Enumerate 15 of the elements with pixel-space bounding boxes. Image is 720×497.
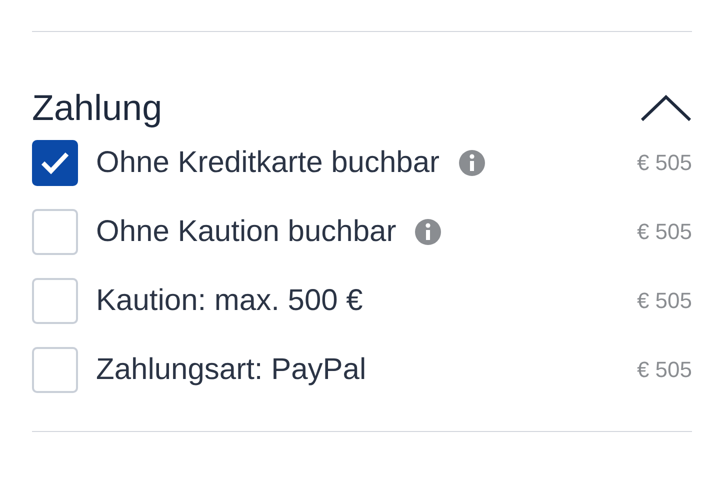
chevron-icon xyxy=(640,94,692,122)
collapse-toggle[interactable] xyxy=(640,94,692,122)
option-label[interactable]: Ohne Kreditkarte buchbar xyxy=(96,146,440,180)
option-price: € 505 xyxy=(636,288,692,314)
option-label[interactable]: Ohne Kaution buchbar xyxy=(96,215,396,249)
option-label[interactable]: Kaution: max. 500 € xyxy=(96,284,363,318)
option-price: € 505 xyxy=(636,357,692,383)
section-title: Zahlung xyxy=(32,87,162,129)
check-icon xyxy=(40,150,70,176)
option-label[interactable]: Zahlungsart: PayPal xyxy=(96,353,366,387)
checkbox[interactable] xyxy=(32,140,78,186)
info-icon[interactable] xyxy=(414,218,442,246)
option-price: € 505 xyxy=(636,150,692,176)
option-price: € 505 xyxy=(636,219,692,245)
info-icon[interactable] xyxy=(458,149,486,177)
